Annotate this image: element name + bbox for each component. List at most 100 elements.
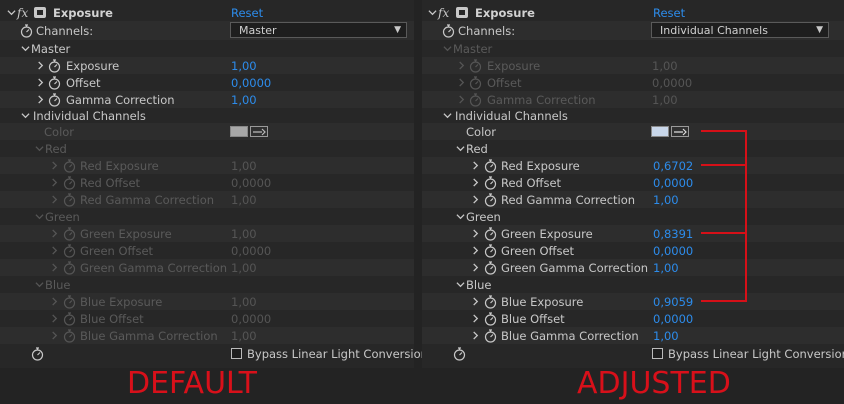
stopwatch-icon[interactable] (63, 175, 76, 190)
chevron-right-icon[interactable] (470, 297, 480, 307)
chevron-right-icon[interactable] (470, 229, 480, 239)
stopwatch-icon[interactable] (63, 328, 76, 343)
blue-offset-value[interactable]: 0,0000 (653, 312, 693, 326)
chevron-right-icon[interactable] (456, 61, 466, 71)
stopwatch-icon[interactable] (484, 328, 497, 343)
blue-group-row[interactable]: Blue (422, 276, 844, 293)
offset-value[interactable]: 0,0000 (231, 76, 271, 90)
fx-icon[interactable]: fx (438, 6, 449, 20)
green-group-row[interactable]: Green (0, 208, 414, 225)
chevron-right-icon[interactable] (456, 78, 466, 88)
stopwatch-icon[interactable] (484, 175, 497, 190)
red-group-row[interactable]: Red (0, 140, 414, 157)
stopwatch-icon[interactable] (484, 192, 497, 207)
chevron-down-icon[interactable] (20, 44, 30, 54)
blue-gamma-value[interactable]: 1,00 (231, 329, 257, 343)
exposure-value[interactable]: 1,00 (231, 59, 257, 73)
green-group-row[interactable]: Green (422, 208, 844, 225)
chevron-down-icon[interactable] (6, 8, 16, 18)
stopwatch-icon[interactable] (63, 294, 76, 309)
green-offset-value[interactable]: 0,0000 (653, 244, 693, 258)
channels-dropdown[interactable]: Individual Channels ▼ (651, 22, 829, 38)
stopwatch-icon[interactable] (63, 260, 76, 275)
bypass-checkbox[interactable] (231, 348, 242, 359)
blue-exposure-value[interactable]: 1,00 (231, 295, 257, 309)
stopwatch-icon[interactable] (20, 24, 33, 38)
green-gamma-value[interactable]: 1,00 (653, 261, 679, 275)
channels-dropdown[interactable]: Master ▼ (230, 22, 407, 38)
chevron-right-icon[interactable] (470, 246, 480, 256)
chevron-down-icon[interactable] (455, 144, 465, 154)
red-offset-value[interactable]: 0,0000 (231, 176, 271, 190)
stopwatch-icon[interactable] (442, 24, 455, 38)
eyedropper-icon[interactable] (250, 126, 268, 137)
stopwatch-icon[interactable] (469, 75, 482, 90)
chevron-down-icon[interactable] (442, 44, 452, 54)
stopwatch-icon[interactable] (63, 192, 76, 207)
stopwatch-icon[interactable] (484, 243, 497, 258)
stopwatch-icon[interactable] (453, 346, 466, 361)
chevron-right-icon[interactable] (35, 95, 45, 105)
chevron-right-icon[interactable] (49, 229, 59, 239)
red-gamma-value[interactable]: 1,00 (653, 193, 679, 207)
master-group-row[interactable]: Master (422, 40, 844, 57)
chevron-down-icon[interactable] (34, 144, 44, 154)
stopwatch-icon[interactable] (48, 92, 61, 107)
chevron-down-icon[interactable] (427, 8, 437, 18)
chevron-right-icon[interactable] (49, 195, 59, 205)
color-swatch[interactable] (651, 126, 669, 137)
blue-exposure-value[interactable]: 0,9059 (653, 295, 693, 309)
blue-gamma-value[interactable]: 1,00 (653, 329, 679, 343)
stopwatch-icon[interactable] (484, 158, 497, 173)
gamma-correction-value[interactable]: 1,00 (652, 93, 678, 107)
eyedropper-icon[interactable] (671, 126, 689, 137)
chevron-down-icon[interactable] (455, 280, 465, 290)
stopwatch-icon[interactable] (63, 158, 76, 173)
green-gamma-value[interactable]: 1,00 (231, 261, 257, 275)
stopwatch-icon[interactable] (484, 226, 497, 241)
red-exposure-value[interactable]: 1,00 (231, 159, 257, 173)
chevron-right-icon[interactable] (470, 195, 480, 205)
chevron-right-icon[interactable] (456, 95, 466, 105)
stopwatch-icon[interactable] (63, 311, 76, 326)
chevron-right-icon[interactable] (35, 78, 45, 88)
master-group-row[interactable]: Master (0, 40, 414, 57)
chevron-right-icon[interactable] (470, 314, 480, 324)
stopwatch-icon[interactable] (63, 243, 76, 258)
chevron-right-icon[interactable] (49, 314, 59, 324)
green-exposure-value[interactable]: 1,00 (231, 227, 257, 241)
reset-link[interactable]: Reset (653, 6, 685, 20)
stopwatch-icon[interactable] (469, 58, 482, 73)
green-exposure-value[interactable]: 0,8391 (653, 227, 693, 241)
blue-offset-value[interactable]: 0,0000 (231, 312, 271, 326)
individual-channels-row[interactable]: Individual Channels (0, 107, 414, 124)
chevron-down-icon[interactable] (442, 111, 452, 121)
chevron-down-icon[interactable] (34, 280, 44, 290)
offset-value[interactable]: 0,0000 (652, 76, 692, 90)
red-offset-value[interactable]: 0,0000 (653, 176, 693, 190)
chevron-right-icon[interactable] (470, 263, 480, 273)
red-exposure-value[interactable]: 0,6702 (653, 159, 693, 173)
chevron-right-icon[interactable] (470, 331, 480, 341)
stopwatch-icon[interactable] (469, 92, 482, 107)
exposure-value[interactable]: 1,00 (652, 59, 678, 73)
red-group-row[interactable]: Red (422, 140, 844, 157)
stopwatch-icon[interactable] (48, 58, 61, 73)
chevron-right-icon[interactable] (49, 263, 59, 273)
blue-group-row[interactable]: Blue (0, 276, 414, 293)
reset-link[interactable]: Reset (231, 6, 263, 20)
chevron-right-icon[interactable] (49, 246, 59, 256)
chevron-right-icon[interactable] (470, 178, 480, 188)
gamma-correction-value[interactable]: 1,00 (231, 93, 257, 107)
bypass-checkbox[interactable] (652, 348, 663, 359)
green-offset-value[interactable]: 0,0000 (231, 244, 271, 258)
individual-channels-row[interactable]: Individual Channels (422, 107, 844, 124)
color-swatch[interactable] (230, 126, 248, 137)
chevron-right-icon[interactable] (49, 331, 59, 341)
chevron-down-icon[interactable] (20, 111, 30, 121)
chevron-down-icon[interactable] (34, 212, 44, 222)
chevron-right-icon[interactable] (470, 161, 480, 171)
stopwatch-icon[interactable] (484, 294, 497, 309)
stopwatch-icon[interactable] (484, 260, 497, 275)
red-gamma-value[interactable]: 1,00 (231, 193, 257, 207)
